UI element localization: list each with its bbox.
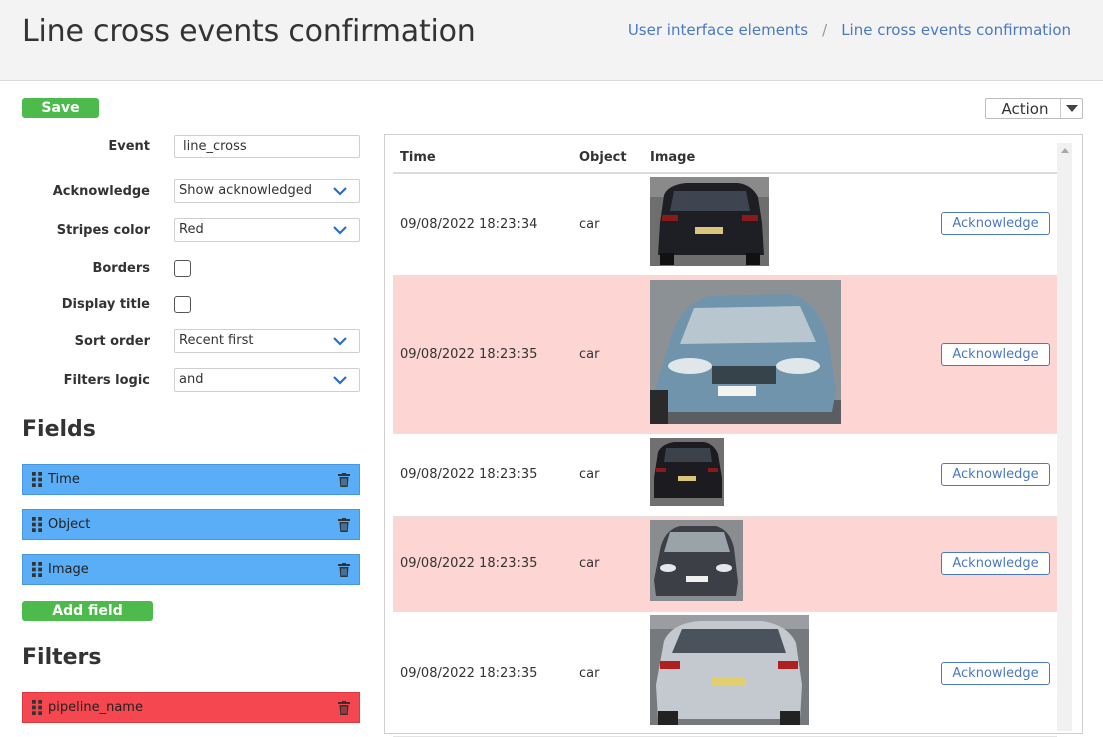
chevron-down-icon	[333, 226, 347, 235]
trash-icon[interactable]	[338, 472, 350, 487]
event-row: Event line_cross	[22, 134, 360, 158]
display-title-row: Display title	[22, 292, 360, 316]
sort-order-label: Sort order	[74, 333, 150, 349]
breadcrumb-separator: /	[822, 21, 828, 39]
field-item-image[interactable]: Image	[22, 554, 360, 585]
filters-logic-select[interactable]: and	[174, 368, 360, 392]
table-row[interactable]: 09/08/2022 18:23:35 car Acknowledge	[393, 276, 1057, 434]
acknowledge-button[interactable]: Acknowledge	[941, 343, 1050, 366]
acknowledge-button[interactable]: Acknowledge	[941, 212, 1050, 235]
drag-handle-icon[interactable]	[32, 700, 42, 715]
field-item-label: Image	[48, 562, 89, 577]
table-row[interactable]: 09/08/2022 18:23:35 car Acknowledge	[393, 517, 1057, 612]
filters-logic-label: Filters logic	[63, 372, 150, 388]
drag-handle-icon[interactable]	[32, 472, 42, 487]
trash-icon[interactable]	[338, 700, 350, 715]
sort-order-select[interactable]: Recent first	[174, 329, 360, 353]
acknowledge-select-value: Show acknowledged	[179, 183, 313, 198]
breadcrumb-link-current[interactable]: Line cross events confirmation	[841, 21, 1071, 39]
event-time: 09/08/2022 18:23:34	[400, 217, 538, 232]
add-field-button[interactable]: Add field	[22, 601, 153, 621]
field-item-time[interactable]: Time	[22, 464, 360, 495]
table-row[interactable]: 09/08/2022 18:23:35 car Acknowledge	[393, 434, 1057, 517]
column-header-time[interactable]: Time	[400, 150, 436, 165]
breadcrumb-link-ui-elements[interactable]: User interface elements	[628, 21, 808, 39]
event-label: Event	[108, 138, 150, 154]
filter-item-label: pipeline_name	[48, 700, 143, 715]
acknowledge-button[interactable]: Acknowledge	[941, 463, 1050, 486]
car-front-grey-hatchback-image	[650, 520, 743, 601]
acknowledge-select[interactable]: Show acknowledged	[174, 179, 360, 203]
acknowledge-label: Acknowledge	[52, 183, 150, 199]
event-object: car	[579, 347, 600, 362]
trash-icon[interactable]	[338, 562, 350, 577]
drag-handle-icon[interactable]	[32, 562, 42, 577]
stripes-color-select[interactable]: Red	[174, 218, 360, 242]
event-object: car	[579, 556, 600, 571]
action-dropdown[interactable]: Action	[985, 98, 1083, 119]
breadcrumb: User interface elements / Line cross eve…	[628, 21, 1071, 39]
borders-label: Borders	[92, 260, 150, 276]
event-time: 09/08/2022 18:23:35	[400, 666, 538, 681]
display-title-checkbox[interactable]	[174, 295, 191, 313]
column-header-object[interactable]: Object	[579, 150, 627, 165]
filter-item-pipeline-name[interactable]: pipeline_name	[22, 692, 360, 723]
trash-icon[interactable]	[338, 517, 350, 532]
action-label: Action	[1001, 99, 1049, 118]
chevron-down-icon	[333, 337, 347, 346]
sort-order-select-value: Recent first	[179, 333, 254, 348]
chevron-down-icon	[333, 376, 347, 385]
page-title: Line cross events confirmation	[22, 14, 476, 49]
car-rear-dark-suv-image	[650, 177, 769, 266]
borders-row: Borders	[22, 256, 360, 280]
save-button[interactable]: Save	[22, 98, 99, 118]
event-time: 09/08/2022 18:23:35	[400, 347, 538, 362]
car-rear-silver-mpv-image	[650, 615, 809, 725]
stripes-color-row: Stripes color Red	[22, 218, 360, 242]
event-time: 09/08/2022 18:23:35	[400, 556, 538, 571]
event-object: car	[579, 467, 600, 482]
sort-order-row: Sort order Recent first	[22, 329, 360, 353]
column-header-image[interactable]: Image	[650, 150, 695, 165]
event-object: car	[579, 666, 600, 681]
event-input[interactable]: line_cross	[174, 134, 360, 158]
borders-checkbox[interactable]	[174, 259, 191, 277]
stripes-color-label: Stripes color	[56, 222, 150, 238]
scroll-up-arrow-icon[interactable]	[1061, 148, 1069, 153]
page-header: Line cross events confirmation User inte…	[0, 0, 1103, 81]
caret-down-icon[interactable]	[1060, 99, 1082, 118]
field-item-label: Object	[48, 517, 91, 532]
fields-heading: Fields	[22, 417, 96, 442]
drag-handle-icon[interactable]	[32, 517, 42, 532]
table-scrollbar[interactable]	[1057, 143, 1072, 731]
field-item-object[interactable]: Object	[22, 509, 360, 540]
table-row[interactable]: 09/08/2022 18:23:34 car Acknowledge	[393, 174, 1057, 276]
display-title-label: Display title	[61, 296, 150, 312]
chevron-down-icon	[333, 187, 347, 196]
table-row[interactable]: 09/08/2022 18:23:35 car Acknowledge	[393, 612, 1057, 737]
acknowledge-row: Acknowledge Show acknowledged	[22, 179, 360, 203]
acknowledge-button[interactable]: Acknowledge	[941, 662, 1050, 685]
stripes-color-select-value: Red	[179, 222, 204, 237]
field-item-label: Time	[48, 472, 80, 487]
filters-logic-row: Filters logic and	[22, 368, 360, 392]
acknowledge-button[interactable]: Acknowledge	[941, 552, 1050, 575]
filters-logic-select-value: and	[179, 372, 204, 387]
filters-heading: Filters	[22, 645, 102, 670]
car-rear-dark-suv-small-image	[650, 438, 724, 506]
event-object: car	[579, 217, 600, 232]
car-front-blue-hatchback-image	[650, 280, 841, 424]
event-time: 09/08/2022 18:23:35	[400, 467, 538, 482]
